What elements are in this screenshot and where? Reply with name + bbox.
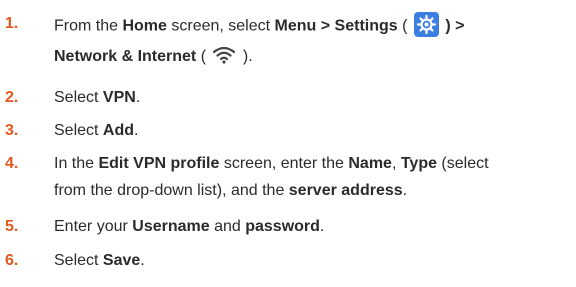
step-text: Select	[54, 89, 103, 106]
step-text: screen, select	[166, 17, 275, 35]
step-text: .	[402, 182, 408, 199]
step-text-line: Select Add.	[54, 121, 138, 141]
step-term: Edit VPN profile	[98, 155, 220, 172]
step-number: 3.	[5, 122, 19, 139]
step-term: ) >	[440, 17, 465, 35]
step-term: Save	[102, 252, 141, 269]
step-term: password	[245, 218, 320, 235]
step-text-line: from the drop-down list), and the server…	[54, 181, 407, 201]
step-text-line: From the Home screen, select Menu > Sett…	[54, 12, 465, 39]
step-term: Menu > Settings	[274, 17, 398, 35]
step-term: Network & Internet	[54, 48, 197, 66]
step-text-line: Network & Internet ( ).	[54, 45, 253, 67]
step-text: From the	[54, 17, 123, 35]
step-number: 5.	[5, 218, 19, 235]
step-text: screen, enter the	[219, 155, 349, 172]
step-term: Home	[122, 17, 167, 35]
step-text: .	[319, 218, 325, 235]
step-text: and	[209, 218, 246, 235]
step-text: (	[397, 17, 412, 35]
step-number: 6.	[5, 252, 19, 269]
step-term: Add	[102, 122, 135, 139]
step-text: Select	[54, 252, 103, 269]
step-term: Username	[132, 218, 210, 235]
step-text: ,	[391, 155, 401, 172]
wifi-icon	[212, 45, 236, 65]
step-text: ).	[238, 48, 253, 66]
step-text: Select	[54, 122, 103, 139]
step-term: Type	[400, 155, 437, 172]
step-term: server address	[288, 182, 403, 199]
gear-icon	[413, 12, 439, 37]
step-number: 1.	[5, 15, 19, 32]
step-text: .	[135, 89, 141, 106]
step-text: .	[134, 122, 139, 139]
step-text-line: In the Edit VPN profile screen, enter th…	[54, 154, 489, 174]
step-term: Name	[348, 155, 392, 172]
step-number: 2.	[5, 89, 19, 106]
step-text: from the drop-down list), and the	[54, 182, 289, 199]
step-text: Enter your	[54, 218, 133, 235]
step-text-line: Select Save.	[54, 251, 145, 271]
step-text: (	[196, 48, 211, 66]
step-text: (select	[436, 155, 489, 172]
step-number: 4.	[5, 155, 19, 172]
step-text: .	[140, 252, 145, 269]
step-text: In the	[54, 155, 99, 172]
step-term: VPN	[102, 89, 136, 106]
step-text-line: Enter your Username and password.	[54, 217, 324, 237]
step-text-line: Select VPN.	[54, 88, 140, 108]
